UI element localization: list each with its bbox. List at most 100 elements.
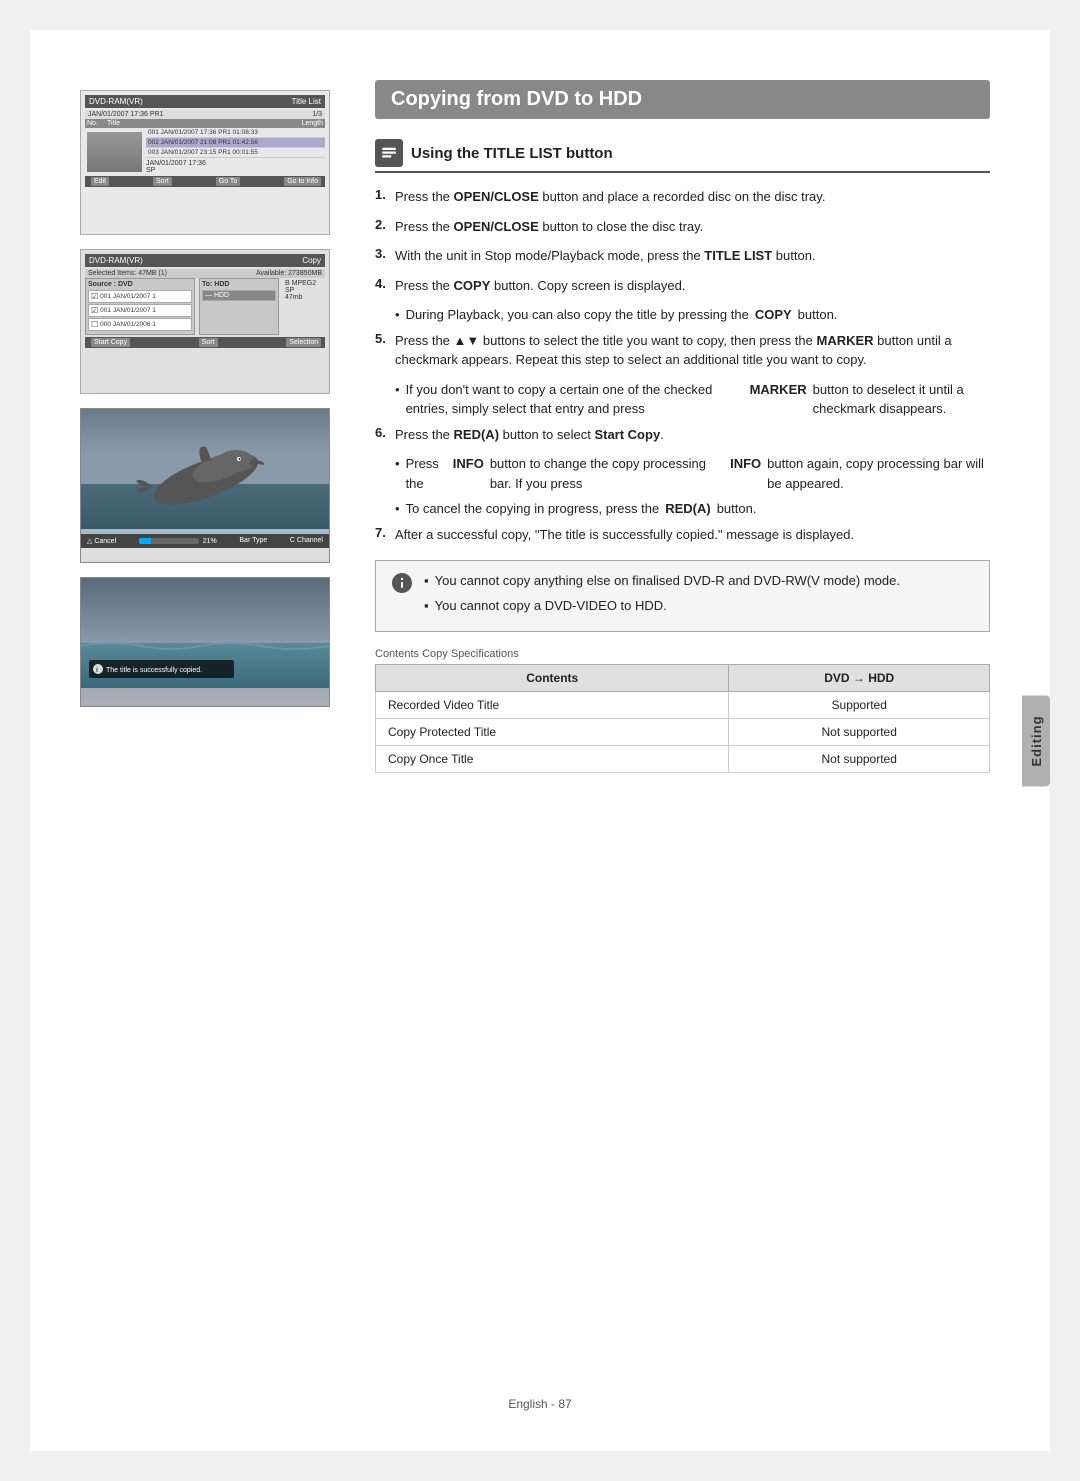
section-icon bbox=[375, 139, 403, 167]
screenshot-title-list: DVD-RAM(VR) Title List JAN/01/2007 17:36… bbox=[80, 90, 330, 235]
step-2-num: 2. bbox=[375, 217, 389, 237]
table-cell-recorded-support: Supported bbox=[729, 691, 990, 718]
step-4-num: 4. bbox=[375, 276, 389, 296]
note-item-1: You cannot copy anything else on finalis… bbox=[424, 571, 900, 592]
ss2-side-mpeg: B MPEG2 bbox=[285, 280, 316, 287]
table-col-contents: Contents bbox=[376, 664, 729, 691]
ss2-selected: Selected Items: 47MB (1) bbox=[88, 270, 167, 277]
note-item-2: You cannot copy a DVD-VIDEO to HDD. bbox=[424, 596, 900, 617]
ss2-dest-panel: To: HDD — HDD bbox=[199, 278, 279, 335]
step-2: 2. Press the OPEN/CLOSE button to close … bbox=[375, 217, 990, 237]
ss2-item-1: 001 JAN/01/2007 1 bbox=[88, 290, 192, 303]
title-list-icon bbox=[380, 144, 398, 162]
table-cell-recorded-title: Recorded Video Title bbox=[376, 691, 729, 718]
step-1-num: 1. bbox=[375, 187, 389, 207]
table-caption: Contents Copy Specifications bbox=[375, 648, 990, 660]
note-svg-icon bbox=[390, 571, 414, 595]
step-3-content: With the unit in Stop mode/Playback mode… bbox=[395, 246, 816, 266]
step-5-content: Press the ▲▼ buttons to select the title… bbox=[395, 331, 990, 370]
ss1-header: DVD-RAM(VR) Title List bbox=[85, 95, 325, 108]
ss1-header-right: Title List bbox=[292, 97, 322, 106]
ss2-source-panel: Source : DVD 001 JAN/01/2007 1 001 JAN/0… bbox=[85, 278, 195, 335]
ss1-col3: Length bbox=[302, 120, 323, 127]
ss3-video-frame bbox=[81, 409, 329, 534]
ss2-btn-selection: Selection bbox=[286, 338, 321, 347]
svg-text:i: i bbox=[96, 667, 98, 674]
step-5-bullet-1: If you don't want to copy a certain one … bbox=[395, 380, 990, 419]
ss2-btn-sort: Sort bbox=[199, 338, 218, 347]
step-1: 1. Press the OPEN/CLOSE button and place… bbox=[375, 187, 990, 207]
table-cell-copy-once-support: Not supported bbox=[729, 745, 990, 772]
ss2-header: DVD-RAM(VR) Copy bbox=[85, 254, 325, 267]
step-6-num: 6. bbox=[375, 425, 389, 445]
ss4-svg: i The title is successfully copied. bbox=[81, 578, 330, 688]
ss1-col2: Title bbox=[107, 120, 302, 127]
table-row: Copy Protected Title Not supported bbox=[376, 718, 990, 745]
ss1-btn-edit: Edit bbox=[91, 177, 109, 186]
dolphin-svg bbox=[81, 409, 329, 529]
ss2-footer: Start Copy Sort Selection bbox=[85, 337, 325, 348]
ss2-side-sp: SP bbox=[285, 287, 316, 294]
ss3-bar-type: Bar Type bbox=[239, 537, 267, 545]
ss1-info1: JAN/01/2007 17:36 bbox=[146, 160, 325, 167]
step-6-bullet-2: To cancel the copying in progress, press… bbox=[395, 499, 990, 519]
page-footer: English - 87 bbox=[30, 1397, 1050, 1411]
ss2-side-info: B MPEG2 SP 47mb bbox=[283, 278, 318, 335]
ss1-footer: Edit Sort Go To Go to Info bbox=[85, 176, 325, 187]
screenshot-success: i The title is successfully copied. bbox=[80, 577, 330, 707]
ss1-btn-sort: Sort bbox=[153, 177, 172, 186]
step-4-bullet-1: During Playback, you can also copy the t… bbox=[395, 305, 990, 325]
ss3-bar-bg bbox=[139, 538, 199, 544]
ss3-footer: △ Cancel 21% Bar Type C Channel bbox=[81, 534, 329, 548]
ss3-channel: C Channel bbox=[290, 537, 323, 545]
ss1-header-left: DVD-RAM(VR) bbox=[89, 97, 143, 106]
svg-text:The title is successfully copi: The title is successfully copied. bbox=[106, 667, 202, 674]
step-6: 6. Press the RED(A) button to select Sta… bbox=[375, 425, 990, 445]
content-column: Copying from DVD to HDD Using the TITLE … bbox=[375, 80, 990, 773]
ss1-row-3: 003 JAN/01/2007 23:15 PR1 00:01:55 bbox=[146, 148, 325, 158]
ss2-header-right: Copy bbox=[302, 256, 321, 265]
ss3-percent: 21% bbox=[203, 538, 217, 545]
screenshots-column: DVD-RAM(VR) Title List JAN/01/2007 17:36… bbox=[80, 90, 350, 721]
ss3-progress-bar: 21% bbox=[139, 537, 217, 545]
ss2-btn-startcopy: Start Copy bbox=[91, 338, 130, 347]
ss4-video-frame: i The title is successfully copied. bbox=[81, 578, 329, 706]
step-6-content: Press the RED(A) button to select Start … bbox=[395, 425, 664, 445]
ss2-source-label: Source : DVD bbox=[88, 281, 192, 288]
ss2-dest-item: — HDD bbox=[202, 290, 276, 301]
table-header-row: Contents DVD → HDD bbox=[376, 664, 990, 691]
ss1-btn-gotoinfo: Go to Info bbox=[284, 177, 321, 186]
step-3: 3. With the unit in Stop mode/Playback m… bbox=[375, 246, 990, 266]
ss3-bar-fill bbox=[139, 538, 152, 544]
ss2-available: Available: 273850MB bbox=[256, 270, 322, 277]
table-cell-copy-protected: Copy Protected Title bbox=[376, 718, 729, 745]
ss2-item-3: 000 JAN/01/2006 1 bbox=[88, 318, 192, 331]
table-row: Recorded Video Title Supported bbox=[376, 691, 990, 718]
ss2-dest-label: To: HDD bbox=[202, 281, 276, 288]
table-cell-copy-once: Copy Once Title bbox=[376, 745, 729, 772]
step-6-bullet-1: Press the INFO button to change the copy… bbox=[395, 454, 990, 493]
step-1-content: Press the OPEN/CLOSE button and place a … bbox=[395, 187, 825, 207]
page-title: Copying from DVD to HDD bbox=[375, 80, 990, 119]
ss1-row-2: 002 JAN/01/2007 21:08 PR1 01:42:56 bbox=[146, 138, 325, 148]
step-3-num: 3. bbox=[375, 246, 389, 266]
screenshot-copy-screen: DVD-RAM(VR) Copy Selected Items: 47MB (1… bbox=[80, 249, 330, 394]
ss1-col-headers: No. Title Length bbox=[85, 119, 325, 128]
specs-table: Contents DVD → HDD Recorded Video Title … bbox=[375, 664, 990, 773]
table-section: Contents Copy Specifications Contents DV… bbox=[375, 648, 990, 773]
ss1-btn-goto: Go To bbox=[216, 177, 241, 186]
steps-list: 1. Press the OPEN/CLOSE button and place… bbox=[375, 187, 990, 544]
screenshot-progress: △ Cancel 21% Bar Type C Channel bbox=[80, 408, 330, 563]
step-7: 7. After a successful copy, "The title i… bbox=[375, 525, 990, 545]
step-4-content: Press the COPY button. Copy screen is di… bbox=[395, 276, 685, 296]
ss1-info2: SP bbox=[146, 167, 325, 174]
step-4: 4. Press the COPY button. Copy screen is… bbox=[375, 276, 990, 296]
table-col-dvd-hdd: DVD → HDD bbox=[729, 664, 990, 691]
ss1-thumbnail bbox=[87, 132, 142, 172]
ss2-body: Source : DVD 001 JAN/01/2007 1 001 JAN/0… bbox=[85, 278, 325, 335]
ss1-row-1: 001 JAN/01/2007 17:36 PR1 01:08:33 bbox=[146, 128, 325, 138]
ss3-cancel: △ Cancel bbox=[87, 537, 116, 545]
ss1-sub-header: JAN/01/2007 17:36 PR1 bbox=[88, 111, 164, 118]
ss1-info: JAN/01/2007 17:36 SP bbox=[146, 158, 325, 174]
step-2-content: Press the OPEN/CLOSE button to close the… bbox=[395, 217, 703, 237]
